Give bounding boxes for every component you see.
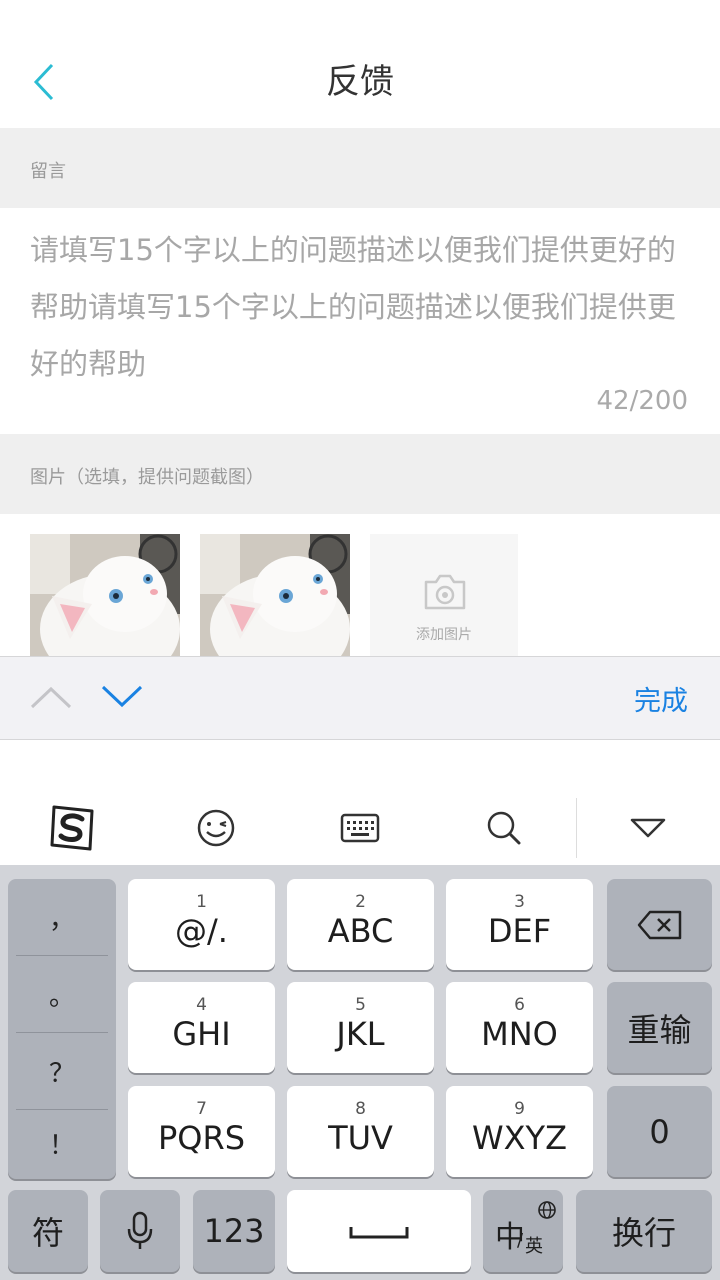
message-section-header: 留言 [0,128,720,208]
key-letters: ABC [327,911,394,950]
chevron-down-icon[interactable] [101,685,143,709]
key-letters: WXYZ [471,1118,568,1157]
emoji-button[interactable] [180,790,252,865]
space-icon [349,1227,409,1239]
microphone-icon [127,1211,153,1249]
key-0[interactable]: 0 [607,1086,712,1177]
done-button[interactable]: 完成 [634,679,688,718]
message-textarea[interactable]: 请填写15个字以上的问题描述以便我们提供更好的帮助请填写15个字以上的问题描述以… [0,208,720,434]
ime-toolbar [0,790,720,865]
voice-key[interactable] [100,1190,180,1272]
number-mode-key[interactable]: 123 [193,1190,275,1272]
backspace-key[interactable] [607,879,712,970]
add-image-label: 添加图片 [416,627,472,643]
number-mode-label: 123 [203,1212,265,1250]
toolbar-divider [576,798,577,858]
key-zero-label: 0 [649,1112,670,1151]
keyboard-icon [340,813,380,842]
key-letters: DEF [487,911,552,950]
image-section-header: 图片（选填，提供问题截图） [0,434,720,514]
chevron-up-icon[interactable] [30,685,72,709]
space-key[interactable] [287,1190,471,1272]
key-9[interactable]: 9 WXYZ [446,1086,593,1177]
retype-label: 重输 [627,1010,692,1049]
key-number: 3 [514,891,525,912]
sogou-logo-button[interactable] [36,790,108,865]
search-button[interactable] [468,790,540,865]
key-letters: JKL [336,1014,385,1053]
key-number: 8 [355,1098,366,1119]
key-number: 5 [355,994,366,1015]
sogou-logo-icon [50,805,94,850]
image-area: 添加图片 [0,514,720,656]
camera-icon [424,574,466,610]
message-label: 留言 [30,161,66,182]
add-image-button[interactable]: 添加图片 [370,534,518,656]
key-3[interactable]: 3 DEF [446,879,593,970]
punct-question-key[interactable]: ？ [8,1033,116,1109]
emoji-icon [197,809,235,846]
punct-comma-key[interactable]: ， [8,879,116,955]
key-7[interactable]: 7 PQRS [128,1086,275,1177]
image-thumbnail[interactable] [200,534,350,656]
lang-sub-label: 英 [525,1236,543,1257]
collapse-icon [630,818,666,837]
keyboard-switch-button[interactable] [324,790,396,865]
key-number: 2 [355,891,366,912]
key-number: 4 [196,994,207,1015]
key-number: 9 [514,1098,525,1119]
cat-photo-image [30,534,180,656]
keyboard: ， 。 ？ ！ 1 @/. 2 ABC 3 DEF 4 GHI 5 JKL 6 … [0,865,720,1280]
key-2[interactable]: 2 ABC [287,879,434,970]
key-letters: MNO [481,1014,558,1053]
page-title: 反馈 [326,62,394,102]
symbols-label: 符 [31,1214,64,1252]
key-letters: PQRS [157,1118,246,1157]
key-letters: @/. [175,911,228,950]
key-5[interactable]: 5 JKL [287,982,434,1073]
key-letters: GHI [172,1014,231,1053]
lang-slash: / [517,1230,524,1251]
backspace-icon [637,910,681,939]
enter-key[interactable]: 换行 [576,1190,712,1272]
keyboard-spacer [0,740,720,791]
key-1[interactable]: 1 @/. [128,879,275,970]
search-icon [487,811,521,844]
language-switch-key[interactable]: 中 英 / [483,1190,563,1272]
message-text: 请填写15个字以上的问题描述以便我们提供更好的帮助请填写15个字以上的问题描述以… [30,233,676,381]
enter-label: 换行 [611,1214,676,1252]
symbols-key[interactable]: 符 [8,1190,88,1272]
nav-header: 反馈 [0,0,720,128]
key-number: 6 [514,994,525,1015]
key-letters: TUV [328,1118,393,1157]
globe-icon [538,1201,556,1219]
char-counter: 42/200 [596,386,688,416]
image-label: 图片（选填，提供问题截图） [30,467,264,488]
language-switch-content: 中 英 / [483,1190,563,1272]
key-8[interactable]: 8 TUV [287,1086,434,1177]
key-number: 1 [196,891,207,912]
keyboard-accessory-bar: 完成 [0,656,720,740]
punct-period-key[interactable]: 。 [8,956,116,1032]
image-thumbnail[interactable] [30,534,180,656]
collapse-keyboard-button[interactable] [612,790,684,865]
key-6[interactable]: 6 MNO [446,982,593,1073]
cat-photo-image [200,534,350,656]
key-4[interactable]: 4 GHI [128,982,275,1073]
key-number: 7 [196,1098,207,1119]
punctuation-column: ， 。 ？ ！ [8,879,116,1179]
retype-key[interactable]: 重输 [607,982,712,1073]
punct-exclaim-key[interactable]: ！ [8,1105,116,1181]
